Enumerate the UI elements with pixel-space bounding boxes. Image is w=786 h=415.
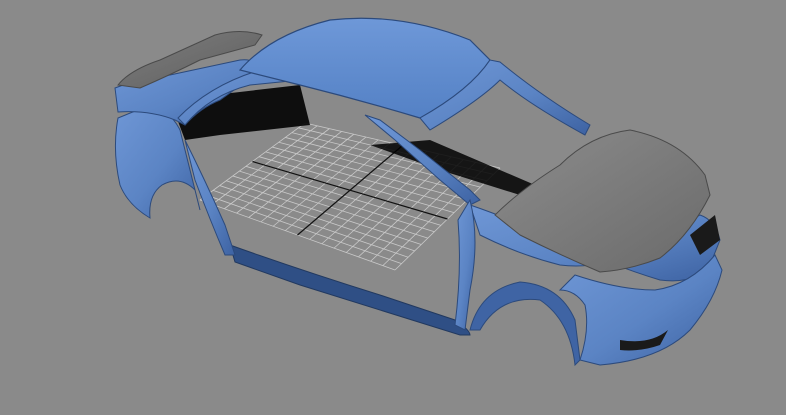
front-door-edge [454,198,476,331]
side-sill [229,244,471,336]
rear-door-edge [184,139,236,256]
front-wheel-arch [469,281,581,367]
3d-viewport[interactable] [0,0,786,415]
ground-grid [199,122,501,271]
car-body-shell[interactable] [114,17,723,367]
viewport-canvas[interactable] [0,0,786,415]
